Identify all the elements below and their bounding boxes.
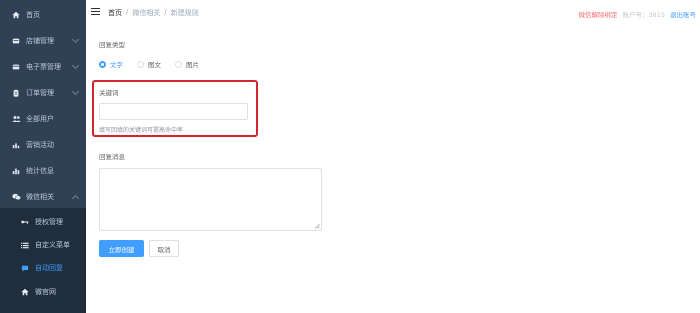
radio-label: 文字 — [110, 61, 123, 69]
sidebar-subitem-micro-site[interactable]: 微官网 — [0, 280, 86, 304]
reply-message-label: 回复消息 — [99, 153, 125, 161]
breadcrumb-current: 新建规则 — [170, 9, 199, 17]
radio-text[interactable]: 文字 — [99, 59, 123, 69]
keyword-hint: 填写回填的关键词可提高命中率 — [99, 127, 184, 134]
home-icon — [18, 288, 32, 296]
radio-dot — [137, 60, 144, 68]
sidebar-item-label: 店铺管理 — [26, 37, 54, 45]
sidebar-item-label: 统计信息 — [26, 167, 54, 175]
breadcrumb-home[interactable]: 首页 — [108, 8, 122, 18]
sidebar-subitem-label: 自动回复 — [35, 264, 63, 272]
radio-label: 图文 — [148, 61, 161, 69]
keyword-label: 关键词 — [99, 89, 119, 97]
keyword-input[interactable] — [99, 103, 248, 120]
chevron-down-icon — [71, 35, 80, 44]
message-icon — [18, 265, 32, 272]
sidebar-subitem-custom-menu[interactable]: 自定义菜单 — [0, 233, 86, 257]
cancel-button[interactable]: 取消 — [149, 240, 179, 257]
sidebar-item-orders[interactable]: 订单管理 — [0, 80, 86, 106]
sidebar-item-home[interactable]: 首页 — [0, 2, 86, 28]
account-number: 账户号：3815 — [622, 11, 665, 19]
sidebar-item-label: 首页 — [26, 11, 40, 19]
sidebar-subitem-auth[interactable]: 授权管理 — [0, 210, 86, 234]
sidebar-item-label: 全部用户 — [26, 115, 54, 123]
reply-type-radio-group: 文字 图文 图片 — [99, 59, 213, 69]
chart-icon — [8, 141, 24, 149]
breadcrumb-separator: / — [164, 8, 167, 16]
stats-icon — [8, 167, 24, 175]
list-icon — [18, 242, 32, 249]
breadcrumb-wechat[interactable]: 微信相关 — [132, 8, 160, 18]
sidebar-item-label: 订单管理 — [26, 89, 54, 97]
clipboard-icon — [8, 89, 24, 97]
ticket-icon — [8, 63, 24, 71]
chevron-up-icon — [71, 194, 80, 203]
radio-news[interactable]: 图文 — [137, 59, 161, 69]
wechat-unbind-link[interactable]: 微信解除绑定 — [578, 9, 617, 19]
home-icon — [8, 11, 24, 19]
sidebar-item-wechat[interactable]: 微信相关 — [0, 184, 86, 210]
sidebar-item-users[interactable]: 全部用户 — [0, 106, 86, 132]
users-icon — [8, 115, 24, 123]
breadcrumb-separator: / — [126, 8, 129, 16]
create-button[interactable]: 立即创建 — [99, 240, 144, 257]
store-icon — [8, 37, 24, 45]
link-icon — [18, 219, 32, 225]
logout-link[interactable]: 退出账号 — [670, 9, 696, 19]
hamburger-menu-icon[interactable] — [91, 8, 100, 15]
radio-image[interactable]: 图片 — [175, 59, 199, 69]
sidebar-subitem-label: 微官网 — [35, 288, 56, 296]
resize-grip-icon[interactable] — [314, 223, 320, 229]
sidebar-subitem-auto-reply[interactable]: 自动回复 — [0, 256, 86, 280]
chevron-down-icon — [71, 61, 80, 70]
sidebar-item-tickets[interactable]: 电子票管理 — [0, 54, 86, 80]
radio-dot — [175, 60, 182, 68]
header-actions: 微信解除绑定 账户号：3815 退出账号 — [578, 9, 696, 19]
reply-type-label: 回复类型 — [99, 41, 125, 49]
sidebar-item-label: 营销活动 — [26, 141, 54, 149]
sidebar: 首页 店铺管理 电子票管理 订单管理 全部用户 营销活动 统计信息 微信相关 授… — [0, 0, 86, 313]
chevron-down-icon — [71, 87, 80, 96]
radio-label: 图片 — [186, 61, 199, 69]
wechat-icon — [8, 193, 24, 201]
sidebar-subitem-label: 自定义菜单 — [35, 241, 70, 249]
sidebar-item-store[interactable]: 店铺管理 — [0, 28, 86, 54]
sidebar-item-label: 微信相关 — [26, 193, 54, 201]
sidebar-item-marketing[interactable]: 营销活动 — [0, 132, 86, 158]
sidebar-subitem-label: 授权管理 — [35, 218, 63, 226]
radio-dot — [99, 60, 106, 68]
reply-message-textarea[interactable] — [99, 168, 322, 231]
breadcrumb: 首页 / 微信相关 / 新建规则 — [108, 8, 199, 18]
sidebar-item-stats[interactable]: 统计信息 — [0, 158, 86, 184]
sidebar-item-label: 电子票管理 — [26, 63, 61, 71]
